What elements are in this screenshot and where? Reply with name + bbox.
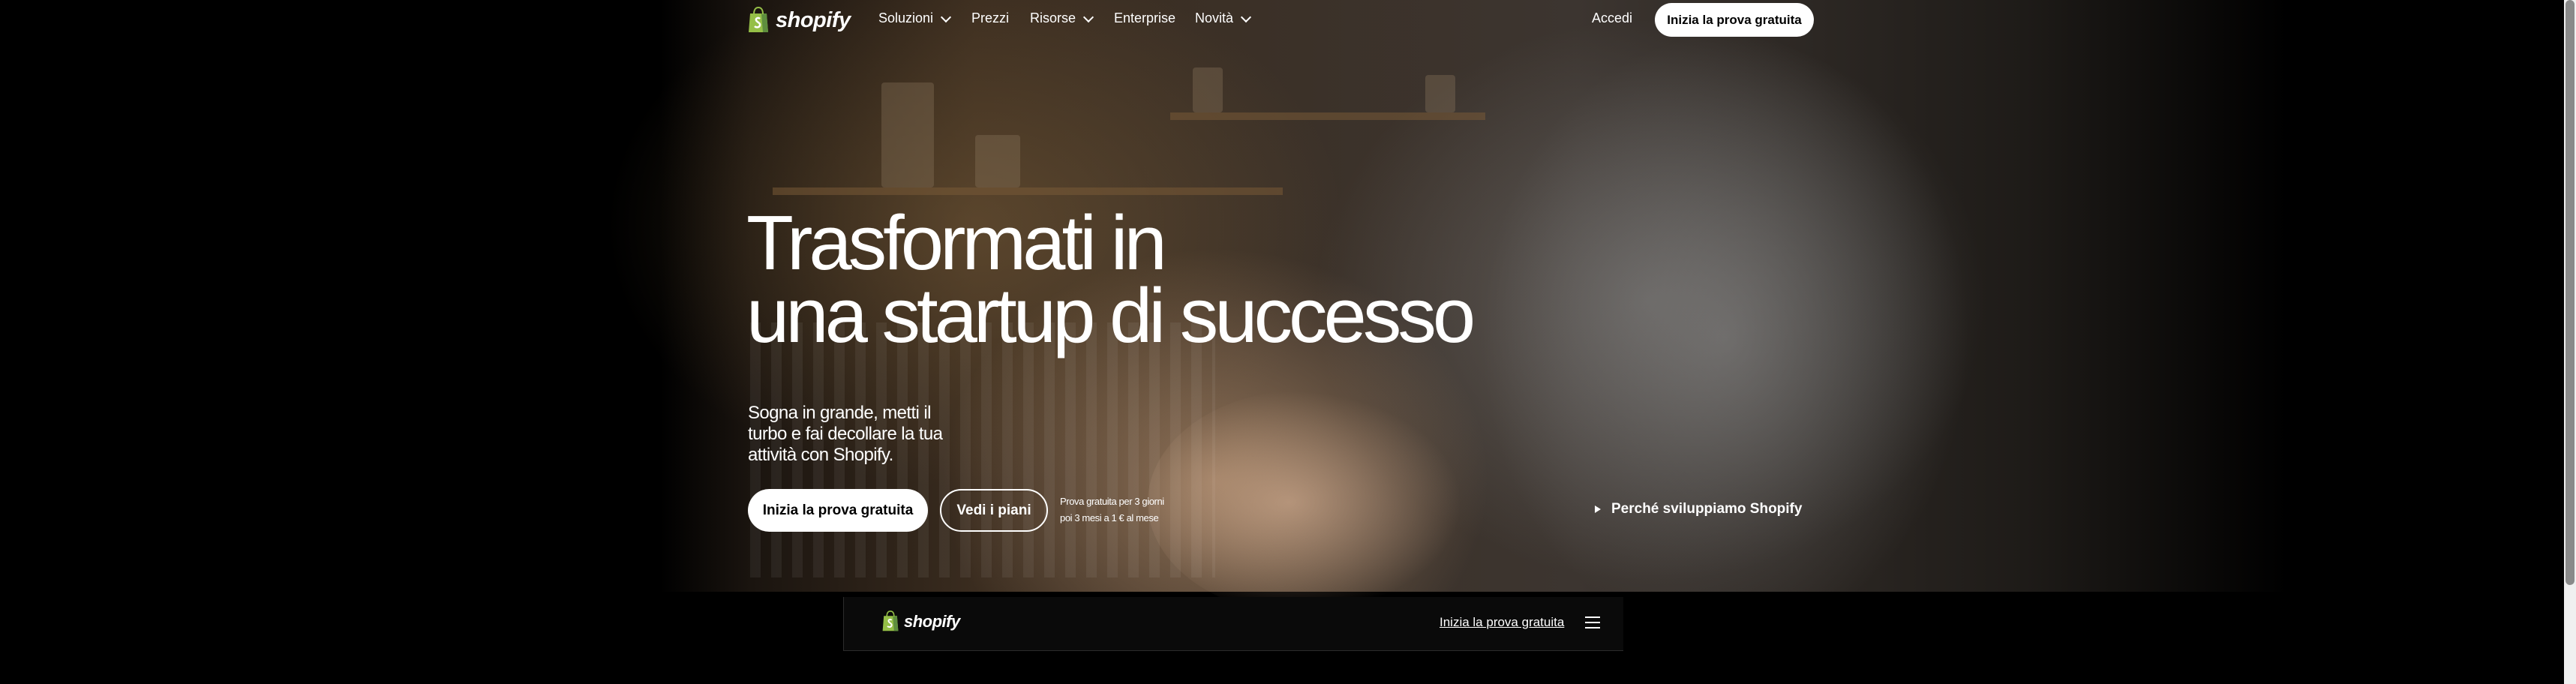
sticky-bottom-bar: shopify Inizia la prova gratuita [843, 597, 1623, 651]
start-trial-button-nav[interactable]: Inizia la prova gratuita [1655, 3, 1814, 37]
trial-info-line-1: Prova gratuita per 3 giorni [1060, 496, 1164, 507]
nav-item-soluzioni[interactable]: Soluzioni [878, 10, 952, 26]
nav-item-label: Soluzioni [878, 10, 934, 26]
logo-wordmark: shopify [776, 8, 851, 32]
nav-item-label: Prezzi [971, 10, 1010, 26]
nav-item-novita[interactable]: Novità [1195, 10, 1252, 26]
scrollbar-thumb[interactable] [2565, 0, 2574, 585]
play-icon [1595, 506, 1601, 513]
login-link[interactable]: Accedi [1592, 10, 1632, 26]
shopify-logo[interactable]: shopify [747, 6, 851, 34]
chevron-down-icon [940, 11, 952, 22]
headline-line-2: una startup di successo [746, 272, 1476, 358]
trial-info-line-2: poi 3 mesi a 1 € al mese [1060, 512, 1159, 524]
trial-info: Prova gratuita per 3 giorni poi 3 mesi a… [1060, 494, 1164, 526]
nav-item-label: Novità [1195, 10, 1234, 26]
video-link-label: Perché sviluppiamo Shopify [1611, 501, 1803, 517]
view-plans-button[interactable]: Vedi i piani [940, 489, 1048, 532]
chevron-down-icon [1082, 11, 1094, 22]
start-trial-link[interactable]: Inizia la prova gratuita [1440, 615, 1564, 630]
headline-line-1: Trasformati in [746, 200, 1167, 286]
shopify-logo[interactable]: shopify [881, 610, 960, 632]
nav-item-enterprise[interactable]: Enterprise [1114, 10, 1175, 26]
nav-item-risorse[interactable]: Risorse [1030, 10, 1094, 26]
top-navigation: shopify Soluzioni Prezzi Risorse Enterpr… [0, 0, 2564, 41]
start-trial-button[interactable]: Inizia la prova gratuita [748, 489, 928, 532]
hamburger-menu-icon[interactable] [1585, 616, 1600, 628]
nav-item-label: Enterprise [1114, 10, 1176, 26]
nav-item-label: Risorse [1030, 10, 1076, 26]
chevron-down-icon [1240, 11, 1252, 22]
nav-item-prezzi[interactable]: Prezzi [971, 10, 1009, 26]
hero-subtitle: Sogna in grande, metti il turbo e fai de… [748, 403, 943, 465]
shopify-bag-icon [882, 610, 899, 632]
hero-headline: Trasformati in una startup di successo [746, 200, 1476, 358]
why-shopify-video-link[interactable]: Perché sviluppiamo Shopify [1595, 501, 1802, 518]
logo-wordmark: shopify [904, 611, 960, 631]
shopify-bag-icon [749, 7, 768, 32]
